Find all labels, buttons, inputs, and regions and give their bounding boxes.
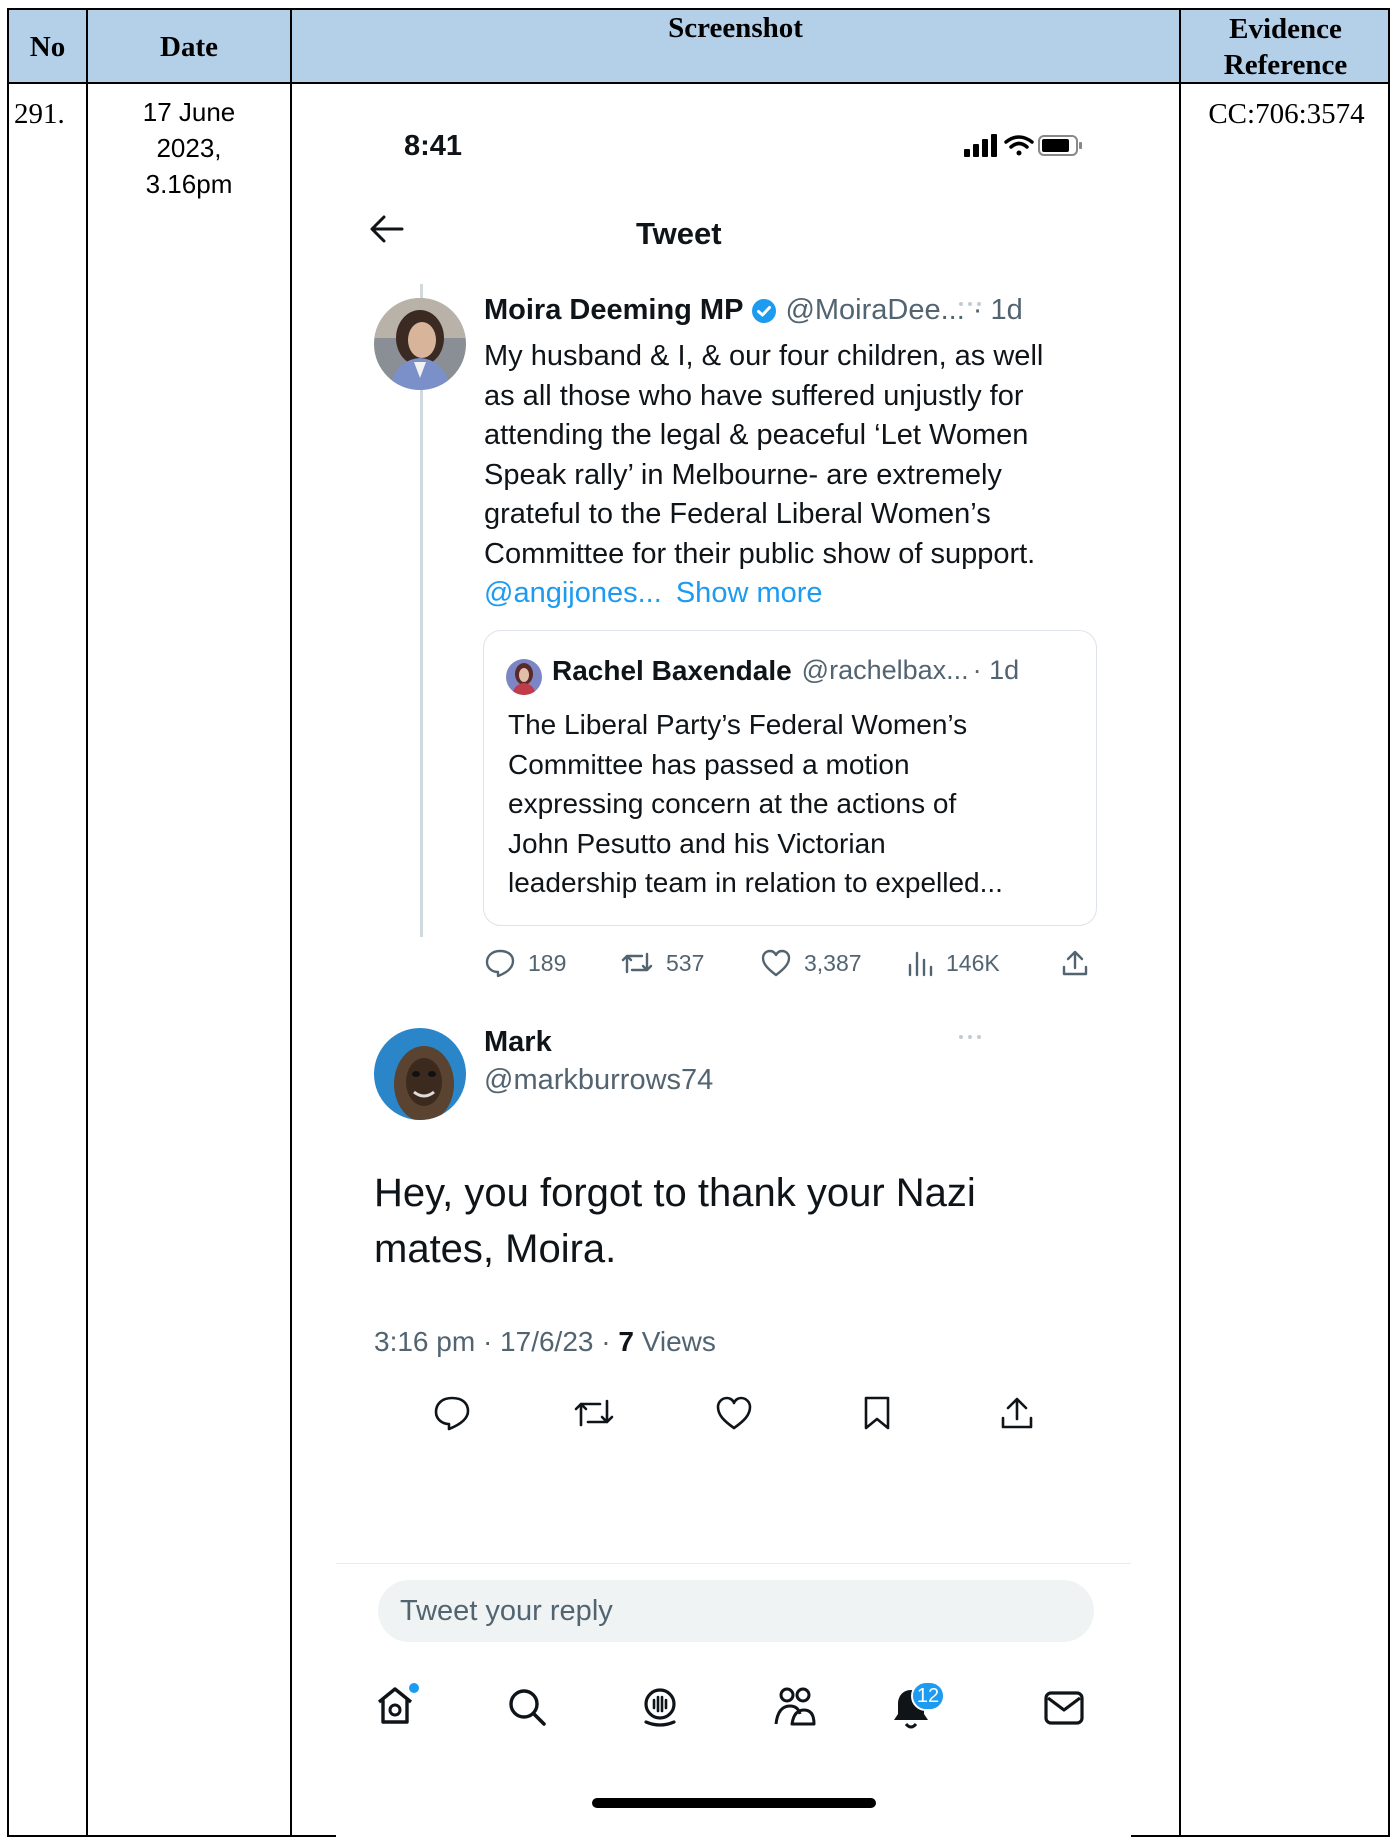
header-no: No xyxy=(29,31,66,63)
share-action-icon[interactable] xyxy=(998,1394,1036,1432)
views-count[interactable]: 146K xyxy=(906,948,1000,978)
signal-icon xyxy=(964,134,997,157)
tweet-text-line: grateful to the Federal Liberal Women’s xyxy=(484,498,991,530)
tweet-text-line: attending the legal & peaceful ‘Let Wome… xyxy=(484,419,1029,451)
bookmark-action-icon[interactable] xyxy=(860,1394,894,1432)
quote-age: · 1d xyxy=(972,655,1020,685)
quote-author-row: Rachel Baxendale @rachelbax... · 1d xyxy=(552,655,1019,687)
home-indicator[interactable] xyxy=(592,1798,876,1808)
reply-text: Hey, you forgot to thank your Nazi mates… xyxy=(374,1165,1094,1277)
tweet-text-line: Committee for their public show of suppo… xyxy=(484,537,1036,570)
retweet-count-value: 537 xyxy=(666,949,705,976)
row-number: 291. xyxy=(14,98,65,130)
quote-text-line: expressing concern at the actions of xyxy=(508,788,957,819)
mention-link[interactable]: @angijones... xyxy=(484,577,662,609)
reply-count-value: 189 xyxy=(528,949,567,976)
header-evidence-line2: Reference xyxy=(1223,49,1348,81)
reply-text-line: mates, Moira. xyxy=(374,1227,617,1271)
views-count-value: 146K xyxy=(946,949,1000,976)
header-evidence-reference: Evidence Reference xyxy=(1181,10,1390,84)
retweet-action-icon[interactable] xyxy=(572,1394,616,1432)
reply-action-icon[interactable] xyxy=(432,1394,472,1432)
row-date: 17 June 2023, 3.16pm xyxy=(95,94,283,202)
column-divider xyxy=(86,10,88,1835)
quote-author-handle: @rachelbax... xyxy=(801,655,969,685)
like-action-icon[interactable] xyxy=(714,1394,754,1432)
quote-text-line: Committee has passed a motion xyxy=(508,748,910,780)
reply-timestamp: 3:16 pm · 17/6/23 · xyxy=(374,1326,619,1357)
quote-text: The Liberal Party’s Federal Women’s Comm… xyxy=(508,705,1088,903)
show-more-link[interactable]: Show more xyxy=(676,577,823,609)
quote-text-line: leadership team in relation to expelled.… xyxy=(508,867,1003,898)
quote-author-name: Rachel Baxendale xyxy=(552,655,792,686)
column-divider xyxy=(1179,10,1181,1835)
share-icon[interactable] xyxy=(1060,948,1090,978)
reply-author-name[interactable]: Mark xyxy=(484,1026,552,1059)
reply-input[interactable]: Tweet your reply xyxy=(378,1580,1094,1642)
avatar[interactable] xyxy=(374,298,466,390)
tweet-text-line: My husband & I, & our four children, as … xyxy=(484,340,1044,372)
avatar[interactable] xyxy=(374,1028,466,1120)
quote-text-line: John Pesutto and his Victorian xyxy=(508,827,886,859)
wifi-icon xyxy=(1004,135,1034,156)
header-date: Date xyxy=(160,31,218,63)
reply-icon xyxy=(484,948,516,978)
tweet-text: My husband & I, & our four children, as … xyxy=(484,337,1114,614)
home-icon[interactable] xyxy=(374,1682,420,1728)
header-screenshot: Screenshot xyxy=(668,12,803,44)
tweet-author-row: Moira Deeming MP @MoiraDee... · 1d xyxy=(484,294,1104,327)
heart-icon xyxy=(760,948,792,978)
search-icon[interactable] xyxy=(506,1686,548,1728)
retweet-count[interactable]: 537 xyxy=(620,948,704,978)
tweet-author-handle[interactable]: @MoiraDee... xyxy=(785,294,964,327)
status-time: 8:41 xyxy=(404,130,463,162)
communities-icon[interactable] xyxy=(772,1684,818,1728)
divider xyxy=(336,1563,1131,1564)
more-options-icon[interactable] xyxy=(956,297,984,311)
header-evidence-line1: Evidence xyxy=(1229,13,1342,45)
like-count-value: 3,387 xyxy=(804,949,862,976)
row-evidence-reference: CC:706:3574 xyxy=(1208,98,1365,130)
reply-count[interactable]: 189 xyxy=(484,948,566,978)
tweet-text-line: as all those who have suffered unjustly … xyxy=(484,379,1024,412)
back-arrow-icon[interactable] xyxy=(368,214,404,244)
reply-author-handle[interactable]: @markburrows74 xyxy=(484,1064,713,1097)
reply-meta: 3:16 pm · 17/6/23 · 7 Views xyxy=(374,1326,716,1358)
retweet-icon xyxy=(620,948,654,978)
tweet-author-name[interactable]: Moira Deeming MP xyxy=(484,294,743,327)
reply-text-line: Hey, you forgot to thank your Nazi xyxy=(374,1171,976,1215)
like-count[interactable]: 3,387 xyxy=(760,948,862,978)
reply-views-count: 7 xyxy=(618,1326,634,1357)
row-date-line1: 17 June xyxy=(142,97,236,127)
tweet-screenshot: 8:41 Tweet Moira Deeming MP @MoiraDee...… xyxy=(336,104,1131,1837)
quote-text-line: The Liberal Party’s Federal Women’s xyxy=(508,709,968,740)
row-date-line2: 2023, xyxy=(156,133,222,163)
spaces-icon[interactable] xyxy=(638,1684,682,1728)
verified-badge-icon xyxy=(751,298,777,324)
messages-icon[interactable] xyxy=(1042,1688,1086,1728)
reply-views-label[interactable]: Views xyxy=(634,1326,716,1357)
more-options-icon[interactable] xyxy=(956,1030,984,1044)
tweet-text-line: Speak rally’ in Melbourne- are extremely xyxy=(484,458,1002,491)
column-divider xyxy=(290,10,292,1835)
page-title: Tweet xyxy=(636,216,722,251)
battery-icon xyxy=(1038,135,1082,156)
status-icons xyxy=(964,133,1104,159)
analytics-icon xyxy=(906,948,934,978)
avatar xyxy=(506,659,542,695)
notification-badge: 12 xyxy=(911,1681,945,1711)
row-date-line3: 3.16pm xyxy=(145,169,233,199)
quoted-tweet[interactable]: Rachel Baxendale @rachelbax... · 1d The … xyxy=(483,630,1097,926)
